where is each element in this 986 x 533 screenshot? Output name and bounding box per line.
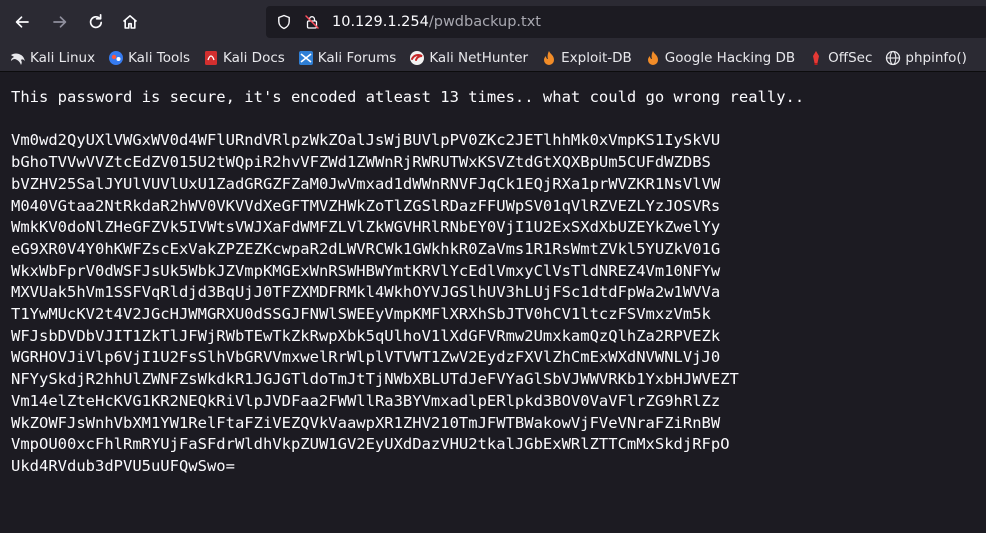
- bookmark-kali-tools[interactable]: Kali Tools: [108, 50, 190, 66]
- encoded-line: MXVUak5hVm1SSFVqRldjd3BqUjJ0TFZXMDFRMkl4…: [11, 283, 721, 302]
- arrow-right-icon: [53, 16, 67, 28]
- bookmark-kali-docs[interactable]: Kali Docs: [203, 50, 285, 66]
- globe-icon: [886, 50, 901, 65]
- ghdb-icon: [647, 50, 658, 65]
- offsec-icon: [813, 50, 820, 65]
- back-button[interactable]: [8, 8, 36, 36]
- reload-icon: [89, 13, 103, 29]
- encoded-line: WFJsbDVDbVJIT1ZkTlJFWjRWbTEwTkZkRwpXbk5q…: [11, 326, 721, 345]
- page-content: This password is secure, it's encoded at…: [0, 72, 986, 533]
- encoded-line: eG9XR0V4Y0hKWFZscExVakZPZEZKcwpaR2dLWVRC…: [11, 239, 721, 258]
- encoded-line: Ukd4RVdub3dPVU5uUFQwSwo=: [11, 456, 235, 475]
- home-button[interactable]: [116, 8, 144, 36]
- encoded-line: bGhoTVVwVVZtcEdZV015U2tWQpiR2hvVFZWd1ZWW…: [11, 153, 711, 172]
- bookmark-google-hacking-db[interactable]: Google Hacking DB: [645, 50, 795, 66]
- encoded-line: WkZOWFJsWnhVbXM1YW1RelFtaFZiVEZQVkVaawpX…: [11, 413, 721, 432]
- encoded-line: WmkKV0doNlZHeGFZVk5IVWtsVWJXaFdWMFZLVlZk…: [11, 218, 721, 237]
- encoded-line: WGRHOVJiVlp6VjI1U2FsSlhVbGRVVmxwelRrWlpl…: [11, 348, 721, 367]
- encoded-line: VmpOU00xcFhlRmRYUjFaSFdrWldhVkpZUW1GV2Ey…: [11, 435, 730, 454]
- bookmark-kali-nethunter[interactable]: Kali NetHunter: [409, 50, 528, 66]
- bookmark-offsec[interactable]: OffSec: [808, 50, 872, 66]
- bookmarks-toolbar: Kali Linux Kali Tools Kali Docs Kali For…: [0, 44, 986, 72]
- kali-tools-icon: [109, 50, 124, 65]
- bookmark-label: Google Hacking DB: [664, 49, 796, 66]
- encoded-line: NFYySkdjR2hhUlZWNFZsWkdkR1JGJGTldoTmJtTj…: [11, 370, 739, 389]
- bookmark-phpinfo[interactable]: phpinfo(): [885, 50, 967, 66]
- bookmark-label: Kali Forums: [317, 49, 397, 66]
- insecure-lock-icon[interactable]: [304, 14, 320, 30]
- address-bar[interactable]: 10.129.1.254/pwdbackup.txt: [266, 6, 986, 38]
- encoded-line: WkxWbFprV0dWSFJsUk5WbkJZVmpKMGExWnRSWHBW…: [11, 261, 721, 280]
- bookmark-kali-forums[interactable]: Kali Forums: [298, 49, 397, 66]
- kali-docs-icon: [205, 50, 217, 65]
- text-document: This password is secure, it's encoded at…: [11, 87, 804, 478]
- encoded-line: Vm0wd2QyUXlVWGxWV0d4WFlURndVRlpzWkZOalJs…: [11, 131, 721, 150]
- bookmark-exploit-db[interactable]: Exploit-DB: [541, 50, 632, 66]
- arrow-left-icon: [15, 16, 29, 28]
- kali-nethunter-icon: [410, 50, 425, 65]
- reload-button[interactable]: [82, 8, 110, 36]
- encoded-line: Vm14elZteHcKVG1KR2NEQkRiVlpJVDFaa2FWWllR…: [11, 391, 721, 410]
- bookmark-kali-linux[interactable]: Kali Linux: [10, 50, 95, 66]
- bookmark-label: Exploit-DB: [561, 49, 632, 66]
- kali-forums-icon: [298, 50, 313, 65]
- bookmark-label: Kali NetHunter: [429, 49, 529, 66]
- home-icon: [122, 15, 138, 29]
- bookmark-label: Kali Linux: [30, 49, 96, 66]
- kali-dragon-icon: [11, 53, 25, 65]
- shield-icon[interactable]: [276, 14, 292, 30]
- url-host: 10.129.1.254: [332, 14, 429, 30]
- bookmark-label: OffSec: [828, 49, 873, 66]
- bookmark-label: Kali Tools: [128, 49, 190, 66]
- message-line: This password is secure, it's encoded at…: [11, 88, 805, 106]
- url-path: /pwdbackup.txt: [428, 14, 541, 30]
- bookmark-label: Kali Docs: [223, 49, 285, 66]
- bookmark-label: phpinfo(): [905, 49, 967, 66]
- exploit-db-icon: [544, 50, 555, 65]
- encoded-line: bVZHV25SalJYUlVUVlUxU1ZadGRGZFZaM0JwVmxa…: [11, 174, 721, 193]
- url-text[interactable]: 10.129.1.254/pwdbackup.txt: [332, 14, 541, 30]
- forward-button[interactable]: [46, 8, 74, 36]
- browser-toolbar: 10.129.1.254/pwdbackup.txt: [0, 0, 986, 44]
- encoded-line: M040VGtaa2NtRkdaR2hWV0VKVVdXeGFTMVZHWkZo…: [11, 196, 721, 215]
- encoded-line: T1YwMUcKV2t4V2JGcHJWMGRXU0dSSGJFNWlSWEEy…: [11, 305, 711, 324]
